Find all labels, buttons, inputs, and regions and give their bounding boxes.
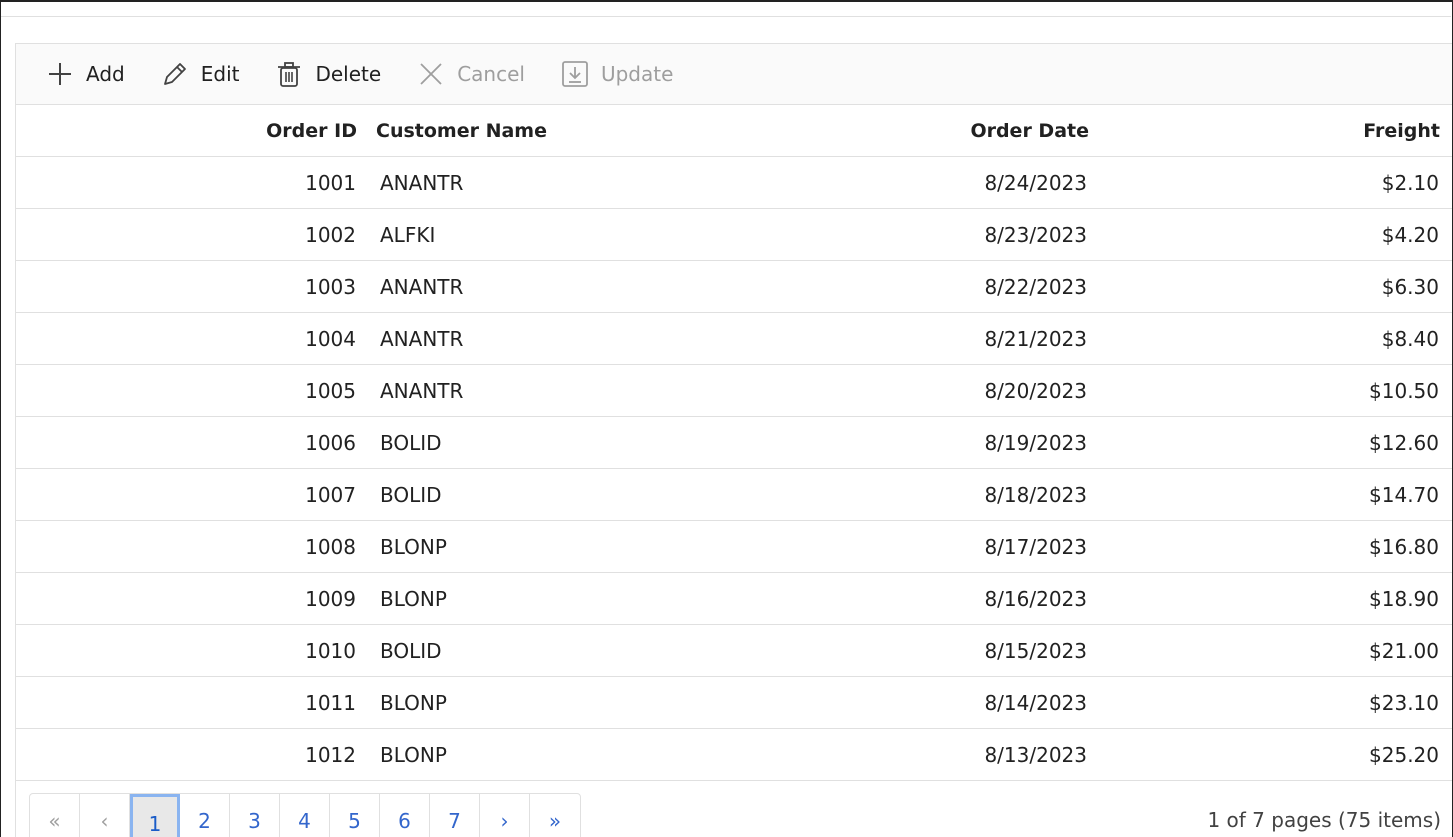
- freight-cell: $10.50: [1369, 379, 1439, 403]
- page-button-1[interactable]: 1: [130, 794, 180, 837]
- order-date-cell: 8/13/2023: [984, 743, 1087, 767]
- customer-name-cell: BLONP: [380, 535, 447, 559]
- order-date-cell: 8/17/2023: [984, 535, 1087, 559]
- cancel-button[interactable]: Cancel: [417, 54, 525, 94]
- order-id-cell: 1004: [305, 327, 356, 351]
- order-id-cell: 1012: [305, 743, 356, 767]
- freight-cell: $25.20: [1369, 743, 1439, 767]
- order-date-cell: 8/18/2023: [984, 483, 1087, 507]
- pager: « ‹ 1 2 3 4 5 6 7 › »: [29, 793, 581, 837]
- customer-name-cell: ANANTR: [380, 379, 464, 403]
- table-row[interactable]: 1001 ANANTR 8/24/2023 $2.10: [16, 157, 1452, 209]
- order-date-cell: 8/14/2023: [984, 691, 1087, 715]
- customer-name-cell: ANANTR: [380, 171, 464, 195]
- top-band: [1, 2, 1451, 17]
- table-row[interactable]: 1004 ANANTR 8/21/2023 $8.40: [16, 313, 1452, 365]
- first-page-button[interactable]: «: [30, 794, 80, 837]
- table-row[interactable]: 1005 ANANTR 8/20/2023 $10.50: [16, 365, 1452, 417]
- freight-cell: $14.70: [1369, 483, 1439, 507]
- page-button-3[interactable]: 3: [230, 794, 280, 837]
- customer-name-cell: BOLID: [380, 431, 442, 455]
- freight-cell: $8.40: [1381, 327, 1439, 351]
- order-date-cell: 8/21/2023: [984, 327, 1087, 351]
- delete-button[interactable]: Delete: [275, 54, 381, 94]
- order-date-cell: 8/19/2023: [984, 431, 1087, 455]
- grid-body: 1001 ANANTR 8/24/2023 $2.10 1002 ALFKI 8…: [16, 157, 1452, 781]
- customer-name-cell: BOLID: [380, 639, 442, 663]
- cancel-label: Cancel: [457, 62, 525, 86]
- previous-page-button[interactable]: ‹: [80, 794, 130, 837]
- grid-header: Order ID Customer Name Order Date Freigh…: [16, 105, 1452, 157]
- table-row[interactable]: 1006 BOLID 8/19/2023 $12.60: [16, 417, 1452, 469]
- order-date-cell: 8/24/2023: [984, 171, 1087, 195]
- edit-label: Edit: [200, 62, 240, 86]
- customer-name-cell: ALFKI: [380, 223, 436, 247]
- next-page-button[interactable]: ›: [480, 794, 530, 837]
- order-id-cell: 1005: [305, 379, 356, 403]
- close-icon: [420, 63, 442, 85]
- page-button-6[interactable]: 6: [380, 794, 430, 837]
- order-id-cell: 1003: [305, 275, 356, 299]
- order-date-cell: 8/20/2023: [984, 379, 1087, 403]
- update-label: Update: [600, 62, 674, 86]
- pencil-icon: [163, 63, 186, 85]
- table-row[interactable]: 1007 BOLID 8/18/2023 $14.70: [16, 469, 1452, 521]
- customer-name-cell: BLONP: [380, 587, 447, 611]
- add-label: Add: [86, 62, 125, 86]
- order-date-cell: 8/23/2023: [984, 223, 1087, 247]
- freight-cell: $12.60: [1369, 431, 1439, 455]
- customer-name-cell: BLONP: [380, 691, 447, 715]
- page-button-4[interactable]: 4: [280, 794, 330, 837]
- order-id-cell: 1007: [305, 483, 356, 507]
- customer-name-cell: ANANTR: [380, 275, 464, 299]
- order-id-cell: 1001: [305, 171, 356, 195]
- order-id-cell: 1009: [305, 587, 356, 611]
- order-date-cell: 8/22/2023: [984, 275, 1087, 299]
- order-id-cell: 1011: [305, 691, 356, 715]
- delete-label: Delete: [315, 62, 382, 86]
- page-button-2[interactable]: 2: [180, 794, 230, 837]
- data-grid: Add Edit Delete Cancel Update Order ID C…: [15, 43, 1452, 837]
- order-id-cell: 1006: [305, 431, 356, 455]
- freight-cell: $6.30: [1381, 275, 1439, 299]
- order-date-cell: 8/16/2023: [984, 587, 1087, 611]
- customer-name-cell: BLONP: [380, 743, 447, 767]
- plus-icon: [49, 63, 71, 85]
- add-button[interactable]: Add: [46, 54, 125, 94]
- table-row[interactable]: 1008 BLONP 8/17/2023 $16.80: [16, 521, 1452, 573]
- freight-cell: $4.20: [1381, 223, 1439, 247]
- grid-toolbar: Add Edit Delete Cancel Update: [16, 44, 1452, 105]
- page-button-7[interactable]: 7: [430, 794, 480, 837]
- customer-name-cell: BOLID: [380, 483, 442, 507]
- table-row[interactable]: 1002 ALFKI 8/23/2023 $4.20: [16, 209, 1452, 261]
- table-row[interactable]: 1009 BLONP 8/16/2023 $18.90: [16, 573, 1452, 625]
- order-date-cell: 8/15/2023: [984, 639, 1087, 663]
- page-button-5[interactable]: 5: [330, 794, 380, 837]
- save-icon: [562, 61, 588, 87]
- trash-icon: [278, 62, 301, 87]
- table-row[interactable]: 1011 BLONP 8/14/2023 $23.10: [16, 677, 1452, 729]
- last-page-button[interactable]: »: [530, 794, 580, 837]
- customer-name-cell: ANANTR: [380, 327, 464, 351]
- column-header-freight[interactable]: Freight: [16, 105, 1440, 157]
- freight-cell: $16.80: [1369, 535, 1439, 559]
- pager-info: 1 of 7 pages (75 items): [1207, 808, 1441, 832]
- order-id-cell: 1010: [305, 639, 356, 663]
- table-row[interactable]: 1010 BOLID 8/15/2023 $21.00: [16, 625, 1452, 677]
- freight-cell: $18.90: [1369, 587, 1439, 611]
- table-row[interactable]: 1012 BLONP 8/13/2023 $25.20: [16, 729, 1452, 781]
- order-id-cell: 1008: [305, 535, 356, 559]
- table-row[interactable]: 1003 ANANTR 8/22/2023 $6.30: [16, 261, 1452, 313]
- freight-cell: $23.10: [1369, 691, 1439, 715]
- edit-button[interactable]: Edit: [161, 54, 240, 94]
- freight-cell: $2.10: [1381, 171, 1439, 195]
- freight-cell: $21.00: [1369, 639, 1439, 663]
- update-button[interactable]: Update: [561, 54, 673, 94]
- order-id-cell: 1002: [305, 223, 356, 247]
